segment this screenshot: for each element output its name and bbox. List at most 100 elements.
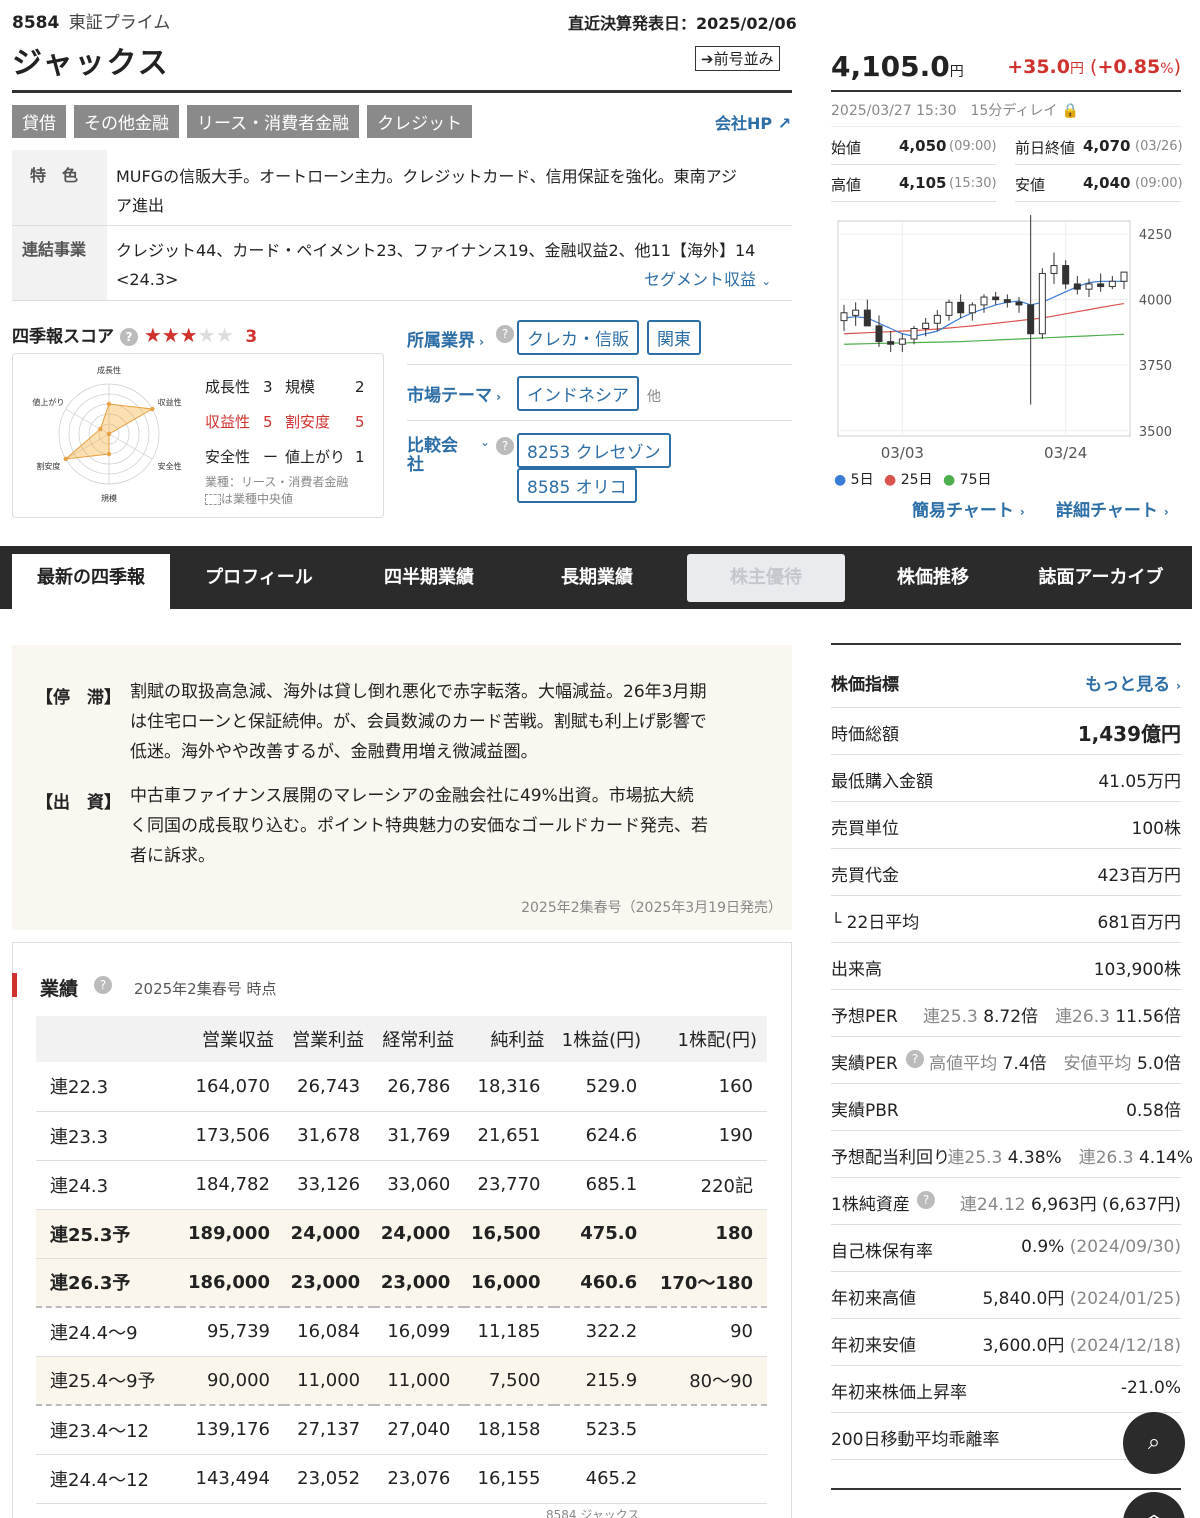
- indicator-pbr: 実績PBR 0.58倍: [831, 1084, 1181, 1131]
- search-fab[interactable]: ⌕: [1123, 1412, 1185, 1474]
- industry-label[interactable]: 所属業界 ›: [407, 326, 484, 351]
- radar-point: [106, 431, 112, 437]
- candle-body: [1073, 283, 1081, 290]
- performance-title: 業績: [40, 978, 79, 1000]
- x-tick-label: 03/03: [881, 444, 924, 462]
- news-box: 【停 滞】 割賦の取扱高急減、海外は貸し倒れ悪化で赤字転落。大幅減益。26年3月…: [12, 645, 792, 930]
- column-header: 営業収益: [180, 1016, 284, 1062]
- radar-point: [106, 451, 112, 457]
- tab-longterm[interactable]: 長期業績: [516, 554, 678, 609]
- tag-other-finance[interactable]: その他金融: [74, 105, 179, 138]
- radar-point: [98, 426, 103, 432]
- tab-archive[interactable]: 誌面アーカイブ: [1020, 554, 1182, 609]
- table-cell: 190: [651, 1111, 767, 1161]
- radar-area: [64, 403, 154, 460]
- table-cell: 189,000: [180, 1209, 284, 1259]
- help-icon[interactable]: ?: [906, 1050, 924, 1068]
- help-icon[interactable]: ?: [94, 976, 112, 994]
- y-tick-label: 4250: [1139, 228, 1172, 243]
- radar-label: 収益性: [158, 397, 182, 407]
- industry-tag-kanto[interactable]: 関東: [647, 320, 701, 355]
- table-cell: 184,782: [180, 1160, 284, 1210]
- performance-table: 営業収益 営業利益 経常利益 純利益 1株益(円) 1株配(円) 連22.3 164,070…: [36, 1016, 767, 1504]
- table-cell: 143,494: [180, 1454, 284, 1504]
- indicators-header: 株価指標 もっと見る ›: [831, 658, 1181, 708]
- compare-tag-orico[interactable]: 8585 オリコ: [517, 468, 637, 503]
- tab-quarterly[interactable]: 四半期業績: [348, 554, 510, 609]
- column-header: 1株益(円): [554, 1016, 652, 1062]
- help-icon[interactable]: ?: [917, 1191, 935, 1209]
- price-chart[interactable]: 4250 4000 3750 3500 03/03 03/24: [830, 215, 1182, 465]
- tag-lending[interactable]: 貸借: [12, 105, 66, 138]
- detail-chart-link[interactable]: 詳細チャート ›: [1056, 496, 1169, 521]
- candle-body: [968, 304, 976, 314]
- simple-chart-link[interactable]: 簡易チャート ›: [912, 496, 1025, 521]
- y-tick-label: 3750: [1139, 359, 1172, 374]
- indicator-row: 出来高 103,900株: [831, 943, 1181, 990]
- score-stars-empty: ★★: [197, 323, 234, 347]
- table-cell: 16,099: [374, 1307, 465, 1357]
- help-icon[interactable]: ?: [496, 437, 514, 455]
- tag-credit[interactable]: クレジット: [367, 105, 473, 138]
- candle-body: [1015, 301, 1023, 306]
- theme-label[interactable]: 市場テーマ ›: [407, 381, 501, 406]
- tab-price-history[interactable]: 株価推移: [852, 554, 1014, 609]
- table-cell: 連24.4〜9: [36, 1307, 181, 1357]
- table-cell: 連22.3: [36, 1062, 181, 1112]
- indicator-dividend-yield: 予想配当利回り 連25.3 4.38% 連26.3 4.14%: [831, 1131, 1193, 1178]
- indicators-more-link[interactable]: もっと見る ›: [1085, 670, 1181, 695]
- theme-more[interactable]: 他: [647, 389, 661, 405]
- table-cell: 23,000: [283, 1258, 375, 1308]
- candle-body: [980, 296, 988, 306]
- tab-profile[interactable]: プロフィール: [178, 554, 340, 609]
- table-cell: 連26.3予: [36, 1258, 181, 1308]
- news-heading-1: 【停 滞】: [36, 688, 121, 708]
- tab-latest[interactable]: 最新の四季報: [12, 554, 170, 609]
- table-header: 営業収益 営業利益 経常利益 純利益 1株益(円) 1株配(円): [36, 1016, 767, 1062]
- score-box: 成長性 収益性 安全性 規模 割安度 値上がり 成長性 3 規模 2 収益性 5 割安度 5 安全…: [12, 353, 384, 518]
- indicator-actual-per: 実績PER ? 高値平均 7.4倍 安値平均 5.0倍: [831, 1037, 1181, 1084]
- radar-point: [63, 456, 68, 462]
- radar-label: 値上がり: [32, 397, 64, 407]
- radar-label: 安全性: [158, 461, 182, 471]
- candle-body: [863, 309, 871, 327]
- main-nav: 最新の四季報 プロフィール 四半期業績 長期業績 株主優待 株価推移 誌面アーカ…: [0, 546, 1192, 609]
- segment-link[interactable]: セグメント収益 ⌄: [644, 266, 771, 290]
- table-cell: 連24.3: [36, 1160, 181, 1210]
- indicators-divider: [831, 643, 1181, 645]
- price-header: 4,105.0円 +35.0円 (+0.85%): [831, 48, 1181, 92]
- chevron-up-icon: ︿: [1142, 1502, 1165, 1518]
- median-legend-icon: [205, 494, 221, 505]
- table-cell: 215.9: [554, 1356, 652, 1406]
- company-hp-link[interactable]: 会社HP ↗: [715, 110, 791, 134]
- table-cell: 18,316: [464, 1062, 555, 1112]
- table-cell: 80〜90: [651, 1356, 767, 1406]
- candle-body: [1038, 272, 1046, 335]
- tag-lease[interactable]: リース・消費者金融: [187, 105, 360, 138]
- candle-body: [1097, 283, 1105, 288]
- table-cell: 529.0: [554, 1062, 652, 1112]
- compare-label[interactable]: 比較会社: [407, 437, 458, 475]
- chevron-down-icon[interactable]: ⌄: [480, 435, 490, 449]
- y-tick-label: 3500: [1139, 425, 1172, 440]
- indicator-ytd-return: 年初来株価上昇率 -21.0%: [831, 1366, 1181, 1413]
- theme-tag-indonesia[interactable]: インドネシア: [517, 376, 639, 411]
- column-header: 経常利益: [374, 1016, 465, 1062]
- scroll-top-fab[interactable]: ︿: [1123, 1492, 1185, 1518]
- table-cell: 11,000: [374, 1356, 465, 1406]
- compare-tag-credsaison[interactable]: 8253 クレセゾン: [517, 433, 671, 468]
- help-icon[interactable]: ?: [119, 328, 138, 346]
- prev-issue-button[interactable]: ➔前号並み: [695, 46, 780, 71]
- table-row: 連23.3 173,506 31,678 31,769 21,651 624.6 190: [36, 1111, 767, 1161]
- industry-tag-credit[interactable]: クレカ・信販: [517, 320, 639, 355]
- search-icon: ⌕: [1147, 1430, 1161, 1455]
- table-row: 連25.3予 189,000 24,000 24,000 16,500 475.0 180: [36, 1209, 767, 1259]
- table-cell: 322.2: [554, 1307, 652, 1357]
- table-cell: 24,000: [374, 1209, 465, 1259]
- table-cell: 173,506: [180, 1111, 284, 1161]
- table-row: 連24.3 184,782 33,126 33,060 23,770 685.1 220記: [36, 1160, 767, 1210]
- help-icon[interactable]: ?: [496, 325, 514, 343]
- table-cell: 31,678: [283, 1111, 375, 1161]
- table-cell: 16,500: [464, 1209, 555, 1259]
- table-cell: 26,786: [374, 1062, 465, 1112]
